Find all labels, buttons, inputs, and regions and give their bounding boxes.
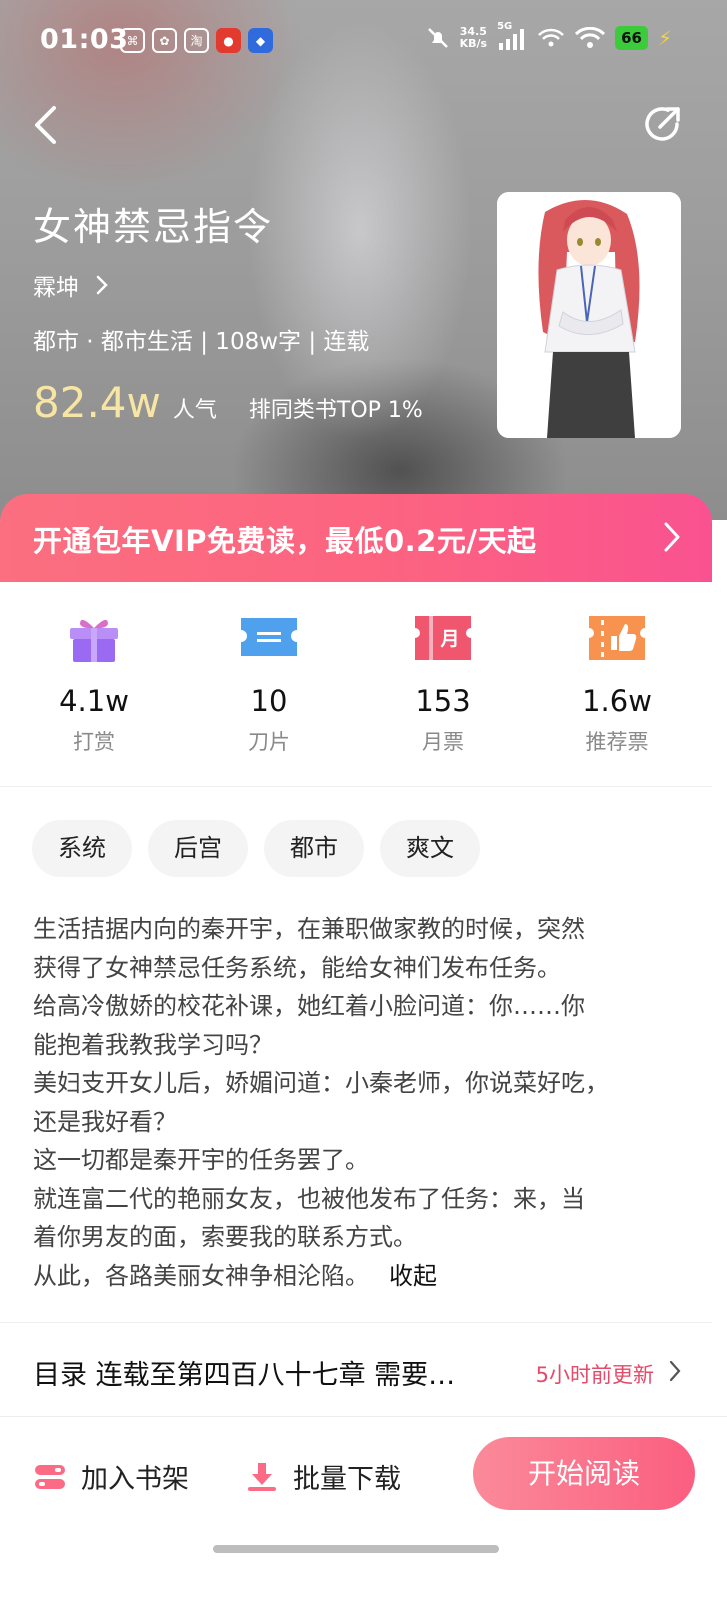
synopsis-line: 着你男友的面，索要我的联系方式。: [33, 1223, 417, 1251]
share-icon[interactable]: [643, 104, 683, 144]
synopsis-line: 从此，各路美丽女神争相沦陷。: [33, 1261, 369, 1290]
stat-blade[interactable]: 10 刀片: [194, 612, 344, 756]
synopsis-line: 生活拮据内向的秦开宇，在兼职做家教的时候，突然: [33, 915, 585, 943]
synopsis-line: 获得了女神禁忌任务系统，能给女神们发布任务。: [33, 953, 561, 982]
popularity-value: 82.4w: [33, 378, 161, 427]
system-indicators: 34.5 KB/s 5G 66 ⚡: [426, 21, 672, 51]
taobao-icon: 淘: [184, 28, 209, 53]
book-cover[interactable]: [497, 192, 681, 438]
divider: [0, 1322, 712, 1323]
photo-app-icon: ✿: [152, 28, 177, 53]
download-icon: [248, 1462, 276, 1491]
stat-recommend-ticket[interactable]: 1.6w 推荐票: [542, 612, 692, 756]
ticket-icon: [241, 618, 297, 656]
status-time: 01:03: [40, 24, 129, 55]
charging-icon: ⚡: [657, 26, 672, 50]
wifi-icon-secondary: [538, 28, 564, 47]
add-to-shelf-button[interactable]: 加入书架: [33, 1457, 189, 1496]
thumbs-up-ticket-icon: [589, 616, 645, 660]
wifi-icon: [575, 27, 606, 48]
stat-value: 10: [250, 684, 288, 718]
mute-bell-icon: [427, 28, 448, 48]
add-to-shelf-label: 加入书架: [81, 1464, 189, 1495]
stat-label: 月票: [422, 730, 464, 754]
stat-reward[interactable]: 4.1w 打赏: [19, 612, 169, 756]
stats-row: 4.1w 打赏 10 刀片 月 153 月票 1.6w 推荐票: [0, 582, 712, 787]
synopsis-line: 还是我好看？: [33, 1107, 177, 1136]
bookshelf-icon: [35, 1464, 65, 1489]
synopsis-line: 给高冷傲娇的校花补课，她红着小脸问道：你……你: [33, 992, 585, 1020]
batch-download-label: 批量下载: [293, 1464, 401, 1495]
vip-banner[interactable]: 开通包年VIP免费读，最低0.2元/天起: [0, 494, 712, 582]
net-speed: 34.5 KB/s: [460, 26, 487, 50]
book-header: 01:03 ⌘ ✿ 淘 ● ◆ 34.5 KB/s 5G 66 ⚡ 女神禁忌指令…: [0, 0, 727, 520]
toc-label: 目录 连载至第四百八十七章 需要…: [33, 1360, 456, 1391]
stat-label: 打赏: [73, 730, 115, 754]
table-of-contents-row[interactable]: 目录 连载至第四百八十七章 需要… 5小时前更新: [0, 1325, 712, 1415]
tag-chip[interactable]: 爽文: [380, 820, 480, 877]
batch-download-button[interactable]: 批量下载: [245, 1457, 401, 1496]
book-synopsis: 生活拮据内向的秦开宇，在兼职做家教的时候，突然 获得了女神禁忌任务系统，能给女神…: [33, 910, 693, 1295]
tag-chip[interactable]: 都市: [264, 820, 364, 877]
stat-value: 1.6w: [582, 684, 652, 718]
stat-label: 刀片: [248, 730, 290, 754]
bottom-action-bar: 加入书架 批量下载 开始阅读: [0, 1416, 727, 1536]
tag-chip[interactable]: 后宫: [148, 820, 248, 877]
status-bar: 01:03 ⌘ ✿ 淘 ● ◆ 34.5 KB/s 5G 66 ⚡: [0, 20, 727, 60]
gift-icon: [70, 619, 118, 662]
synopsis-line: 就连富二代的艳丽女友，也被他发布了任务：来，当: [33, 1184, 585, 1213]
collapse-button[interactable]: 收起: [389, 1262, 437, 1290]
book-title: 女神禁忌指令: [33, 205, 274, 249]
net-speed-unit: KB/s: [459, 37, 488, 50]
back-arrow-icon[interactable]: [28, 100, 68, 150]
synopsis-line: 能抱着我教我学习吗？: [33, 1030, 273, 1059]
synopsis-line: 这一切都是秦开宇的任务罢了。: [33, 1146, 369, 1174]
red-app-icon: ●: [216, 28, 241, 53]
start-reading-button[interactable]: 开始阅读: [473, 1437, 695, 1510]
cell-signal-icon: 5G: [497, 21, 527, 51]
notification-icons: ⌘ ✿ 淘 ● ◆: [120, 28, 273, 53]
popularity-row: 82.4w 人气 排同类书TOP 1%: [33, 378, 423, 427]
battery-indicator: 66: [615, 26, 648, 50]
stat-value: 153: [415, 684, 471, 718]
blue-app-icon: ◆: [248, 28, 273, 53]
stat-value: 4.1w: [59, 684, 129, 718]
author-name: 霖坤: [33, 275, 79, 301]
stat-label: 推荐票: [585, 730, 649, 754]
vip-banner-text: 开通包年VIP免费读，最低0.2元/天起: [33, 524, 537, 558]
cover-illustration: [497, 192, 681, 438]
stat-monthly-ticket[interactable]: 月 153 月票: [368, 612, 518, 756]
chevron-right-icon: [664, 522, 680, 552]
popularity-label: 人气: [172, 398, 217, 423]
synopsis-line: 美妇支开女儿后，娇媚问道：小秦老师，你说菜好吃，: [33, 1069, 609, 1097]
monthly-ticket-icon-text: 月: [439, 628, 459, 650]
author-link[interactable]: 霖坤: [33, 268, 109, 302]
update-time: 5小时前更新: [535, 1363, 654, 1387]
synopsis-last-line: 从此，各路美丽女神争相沦陷。 收起: [33, 1257, 693, 1296]
qr-scanner-icon: ⌘: [120, 28, 145, 53]
book-meta: 都市 · 都市生活 | 108w字 | 连载: [33, 329, 370, 355]
rank-text: 排同类书TOP 1%: [248, 398, 423, 423]
home-indicator[interactable]: [213, 1545, 499, 1553]
tag-chip[interactable]: 系统: [32, 820, 132, 877]
tag-list: 系统 后宫 都市 爽文: [32, 820, 480, 877]
monthly-ticket-icon: 月: [415, 616, 471, 660]
chevron-right-icon: [96, 275, 108, 295]
chevron-right-icon: [669, 1360, 681, 1382]
